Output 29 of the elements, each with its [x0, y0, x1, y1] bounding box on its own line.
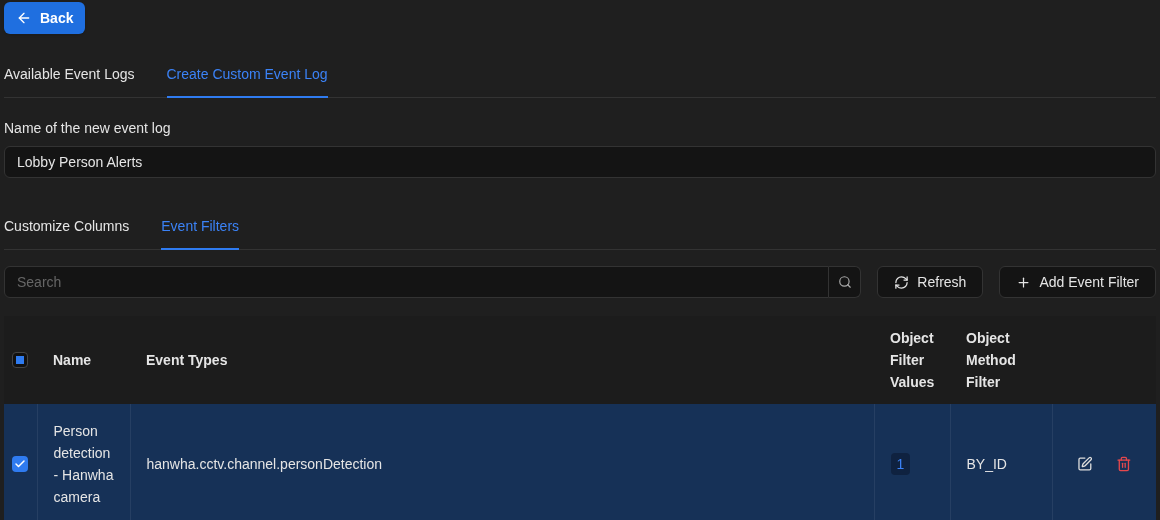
refresh-button[interactable]: Refresh [877, 266, 984, 298]
count-badge: 1 [890, 453, 911, 475]
tab[interactable]: Available Event Logs [4, 60, 135, 98]
table-cell: Person detection - Hanwha camera [53, 423, 114, 505]
select-all-checkbox[interactable] [12, 352, 28, 368]
add-button[interactable]: Add Event Filter [999, 266, 1156, 298]
trash-icon[interactable] [1116, 456, 1132, 472]
tab[interactable]: Create Custom Event Log [166, 60, 328, 98]
search-button[interactable] [829, 266, 862, 298]
back-button[interactable]: Back [4, 2, 86, 34]
field-label: Name of the new event log [4, 119, 172, 138]
arrow-left-icon [16, 10, 32, 26]
tab[interactable]: Customize Columns [4, 212, 130, 250]
column-header: Event Types [146, 352, 228, 368]
table-cell: BY_ID [966, 456, 1007, 472]
tab[interactable]: Event Filters [161, 212, 240, 250]
plus-icon [1016, 274, 1032, 290]
edit-icon[interactable] [1076, 456, 1093, 472]
search-icon [837, 275, 852, 289]
column-header: Object Filter Values [890, 330, 935, 390]
search-field[interactable]: Search [4, 266, 830, 298]
column-header: Object Method Filter [966, 330, 1016, 390]
check-icon [14, 458, 26, 470]
column-header: Name [53, 352, 92, 368]
table-row[interactable]: Person detection - Hanwha camera hanwha.cctv.channel.personDetection 1 BY_ID [4, 404, 1156, 520]
refresh-icon [894, 274, 910, 290]
name-field[interactable]: Lobby Person Alerts [4, 146, 1156, 178]
row-checkbox[interactable] [12, 456, 28, 472]
table-cell: hanwha.cctv.channel.personDetection [146, 456, 383, 472]
